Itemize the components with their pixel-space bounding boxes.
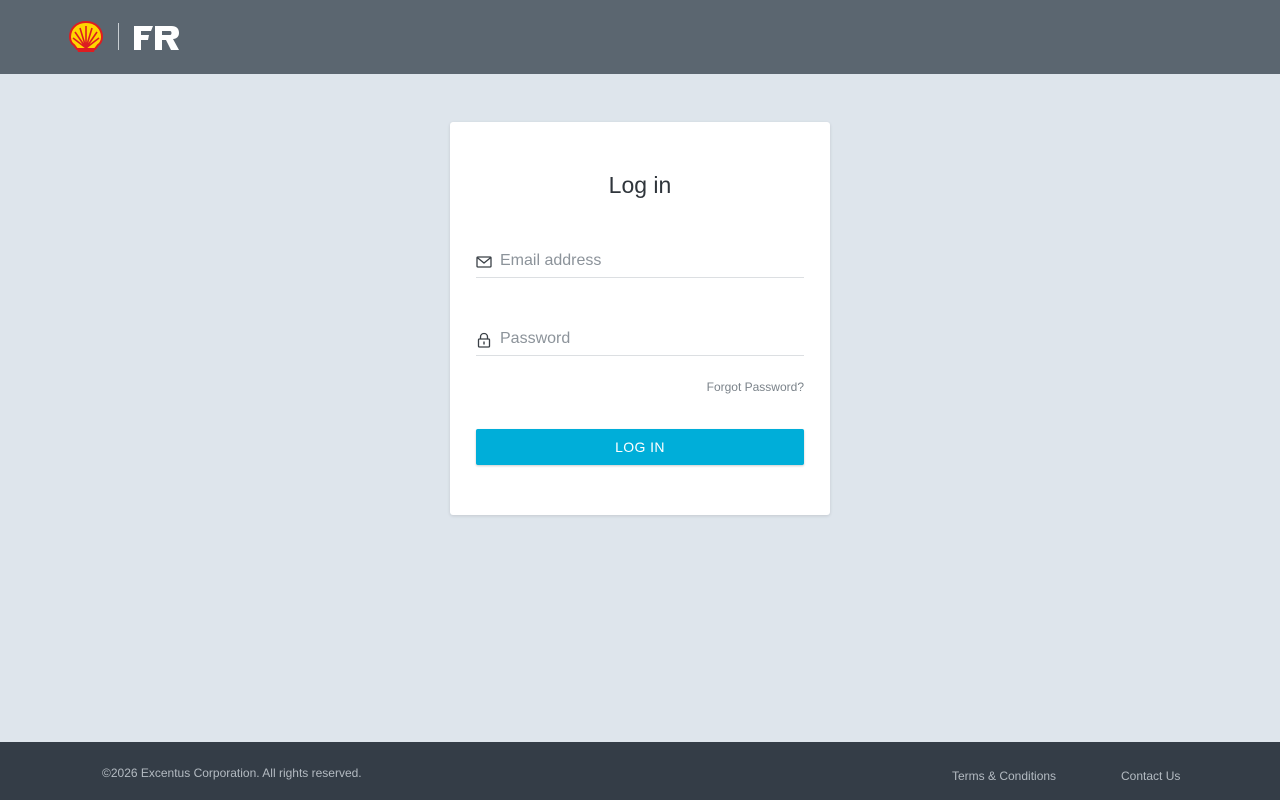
password-input[interactable] bbox=[500, 325, 800, 353]
login-button[interactable]: LOG IN bbox=[476, 429, 804, 465]
fr-logo-icon[interactable] bbox=[133, 25, 181, 51]
email-field-group bbox=[476, 247, 804, 278]
app-header bbox=[0, 0, 1280, 74]
forgot-password-link[interactable]: Forgot Password? bbox=[707, 380, 804, 394]
envelope-icon bbox=[476, 256, 492, 268]
app-footer: ©2026 Excentus Corporation. All rights r… bbox=[0, 742, 1280, 800]
copyright-text: ©2026 Excentus Corporation. All rights r… bbox=[102, 766, 362, 780]
page-title: Log in bbox=[608, 172, 672, 198]
login-card: Log in Forgot Password? LOG IN bbox=[450, 122, 830, 515]
terms-link[interactable]: Terms & Conditions bbox=[952, 769, 1056, 783]
lock-icon bbox=[477, 332, 491, 348]
logo-divider bbox=[118, 23, 119, 50]
main-content: Log in Forgot Password? LOG IN bbox=[0, 74, 1280, 742]
shell-pecten-icon[interactable] bbox=[69, 21, 103, 53]
password-field-group bbox=[476, 325, 804, 356]
contact-link[interactable]: Contact Us bbox=[1121, 769, 1180, 783]
email-input[interactable] bbox=[500, 247, 800, 275]
